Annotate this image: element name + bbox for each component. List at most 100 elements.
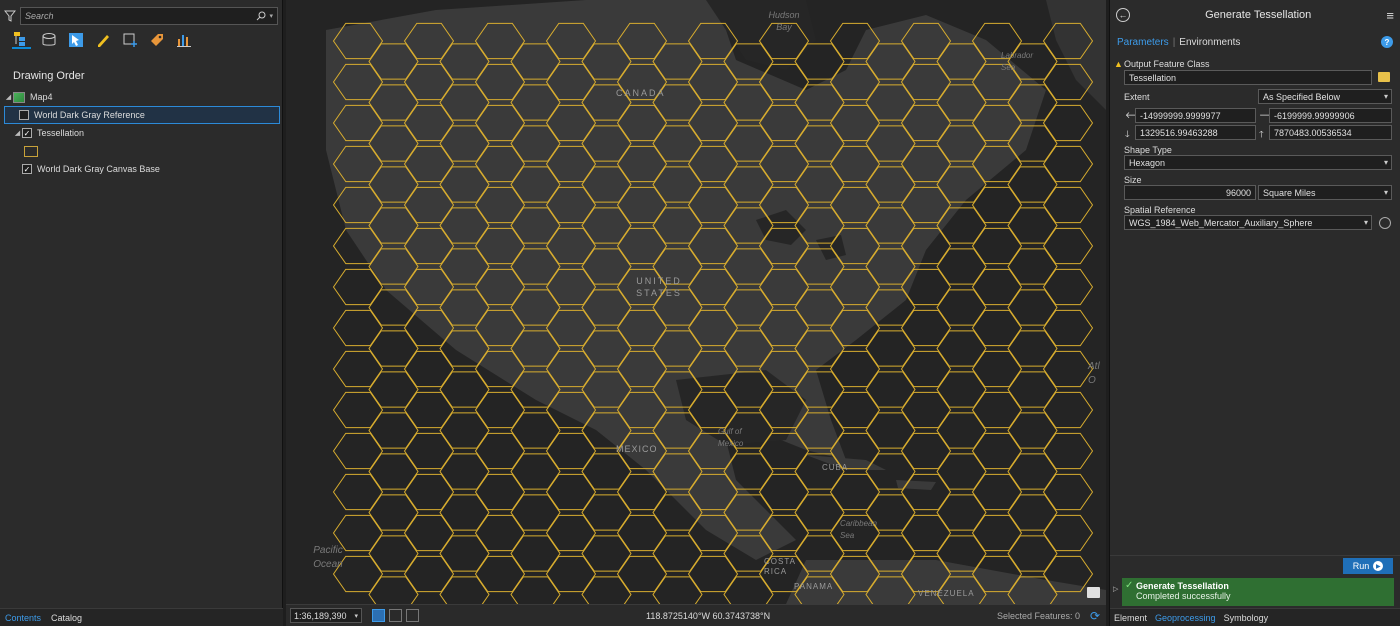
attribution-icon[interactable] (1087, 587, 1100, 598)
tessellation-hexagon (368, 576, 419, 604)
tab-geoprocessing[interactable]: Geoprocessing (1151, 613, 1220, 623)
tree-item-base-layer[interactable]: ✓ World Dark Gray Canvas Base (4, 160, 280, 178)
run-label: Run (1352, 561, 1370, 571)
tree-item-symbol[interactable] (4, 142, 280, 160)
tessellation-hexagon (439, 576, 490, 604)
tessellation-hexagon (1007, 576, 1058, 604)
tree-item-tessellation-layer[interactable]: ◢ ✓ Tessellation (4, 124, 280, 142)
extent-left-field[interactable]: -14999999.9999977 (1135, 108, 1256, 123)
list-by-labeling-icon[interactable] (147, 30, 166, 49)
extent-mode-select[interactable]: As Specified Below (1258, 89, 1392, 104)
size-unit-select[interactable]: Square Miles (1258, 185, 1392, 200)
list-by-drawing-order-icon[interactable] (12, 30, 31, 49)
extent-top-field[interactable]: 7870483.00536534 (1269, 125, 1392, 140)
visibility-checkbox[interactable]: ✓ (22, 128, 32, 138)
search-input[interactable] (25, 11, 257, 21)
list-by-snapping-icon[interactable] (120, 30, 139, 49)
polygon-symbol-swatch[interactable] (24, 145, 38, 157)
tab-catalog[interactable]: Catalog (46, 613, 87, 623)
extent-bottom-field[interactable]: 1329516.99463288 (1135, 125, 1256, 140)
label-united-states: UNITED STATES (636, 276, 682, 298)
result-message[interactable]: ✓ Generate Tessellation Completed succes… (1122, 578, 1394, 606)
expand-result-icon[interactable]: ▷ (1113, 585, 1118, 593)
visibility-checkbox[interactable]: ✓ (22, 164, 32, 174)
layer-label: Tessellation (37, 128, 85, 138)
tessellation-hexagon (581, 576, 632, 604)
map-label: Map4 (30, 92, 53, 102)
tab-parameters[interactable]: Parameters (1117, 37, 1169, 48)
run-button[interactable]: Run ▶ (1343, 558, 1393, 574)
label-panama: PANAMA (794, 582, 834, 591)
globe-icon[interactable] (1379, 217, 1391, 229)
spatial-reference-select[interactable]: WGS_1984_Web_Mercator_Auxiliary_Sphere (1124, 215, 1372, 230)
tessellation-layer (332, 22, 1094, 604)
grid-icon[interactable] (389, 609, 402, 622)
tab-contents[interactable]: Contents (0, 613, 46, 623)
size-label: Size (1124, 175, 1142, 185)
tab-symbology[interactable]: Symbology (1220, 613, 1273, 623)
tool-title: Generate Tessellation (1205, 9, 1312, 21)
label-costa-rica: COSTA RICA (764, 557, 796, 576)
shape-type-select[interactable]: Hexagon (1124, 155, 1392, 170)
search-box: ▾ (20, 7, 278, 25)
tessellation-hexagon (652, 576, 703, 604)
search-icon[interactable] (256, 11, 266, 21)
map-icon (13, 91, 25, 103)
label-gulf-of-mexico: Gulf of Mexico (718, 427, 744, 448)
list-by-data-source-icon[interactable] (39, 30, 58, 49)
chevron-down-icon: ▾ (354, 612, 358, 620)
output-feature-class-label: Output Feature Class (1124, 59, 1210, 69)
tessellation-hexagon (510, 576, 561, 604)
tab-separator: | (1172, 36, 1176, 48)
label-cuba: CUBA (822, 463, 849, 472)
contents-toolbar (12, 30, 193, 49)
result-status: Completed successfully (1136, 591, 1231, 601)
table-icon[interactable] (406, 609, 419, 622)
filter-icon[interactable] (4, 9, 16, 23)
size-value-field[interactable]: 96000 (1124, 185, 1256, 200)
output-feature-class-field[interactable]: Tessellation (1124, 70, 1372, 85)
list-by-selection-icon[interactable] (66, 30, 85, 49)
tessellation-hexagon (723, 576, 774, 604)
tab-element[interactable]: Element (1110, 613, 1151, 623)
tree-item-map[interactable]: ◢ Map4 (4, 88, 280, 106)
map-view[interactable]: Hudson Bay Labrador Sea CANADA UNITED ST… (286, 0, 1106, 604)
gp-tabs: Parameters | Environments (1110, 30, 1400, 54)
left-pane-tabs: Contents Catalog (0, 608, 283, 626)
play-icon: ▶ (1373, 561, 1384, 571)
label-canada: CANADA (616, 88, 666, 98)
label-labrador-sea: Labrador Sea (1001, 51, 1034, 72)
collapse-icon[interactable]: ◢ (4, 93, 13, 101)
help-icon[interactable]: ? (1381, 36, 1393, 48)
cursor-coordinates: 118.8725140°W 60.3743738°N (646, 610, 771, 621)
collapse-icon[interactable]: ◢ (13, 129, 22, 137)
shape-type-label: Shape Type (1124, 145, 1172, 155)
label-atlantic-ocean: Atl O (1088, 361, 1100, 386)
layer-label: World Dark Gray Reference (34, 110, 145, 120)
spatial-reference-label: Spatial Reference (1124, 205, 1196, 215)
divider (1110, 555, 1400, 556)
list-charts-icon[interactable] (174, 30, 193, 49)
list-by-editing-icon[interactable] (93, 30, 112, 49)
back-icon[interactable]: ← (1116, 8, 1130, 22)
browse-folder-icon[interactable] (1378, 72, 1390, 82)
selected-features-count[interactable]: Selected Features: 0 (997, 611, 1080, 621)
arrow-up-icon: 🡑 (1259, 129, 1264, 139)
label-caribbean-sea: Caribbean Sea (840, 519, 877, 540)
menu-icon[interactable]: ≡ (1386, 8, 1394, 23)
fixed-zoom-icon[interactable] (372, 609, 385, 622)
tab-environments[interactable]: Environments (1179, 37, 1240, 48)
right-pane-tabs: Element Geoprocessing Symbology (1110, 608, 1400, 626)
extent-right-field[interactable]: -6199999.99999906 (1269, 108, 1392, 123)
gp-header: ← Generate Tessellation ≡ (1110, 0, 1400, 30)
extent-label: Extent (1124, 92, 1150, 102)
scale-selector[interactable]: 1:36,189,390 ▾ (290, 608, 362, 623)
refresh-icon[interactable]: ⟳ (1090, 609, 1100, 623)
tree-item-reference-layer[interactable]: World Dark Gray Reference (4, 106, 280, 124)
visibility-checkbox[interactable] (19, 110, 29, 120)
tessellation-hexagon (865, 576, 916, 604)
search-options-icon[interactable]: ▾ (269, 12, 273, 20)
search-row: ▾ (4, 7, 278, 25)
label-hudson-bay: Hudson Bay (768, 10, 800, 32)
warning-icon: ▲ (1114, 59, 1123, 69)
